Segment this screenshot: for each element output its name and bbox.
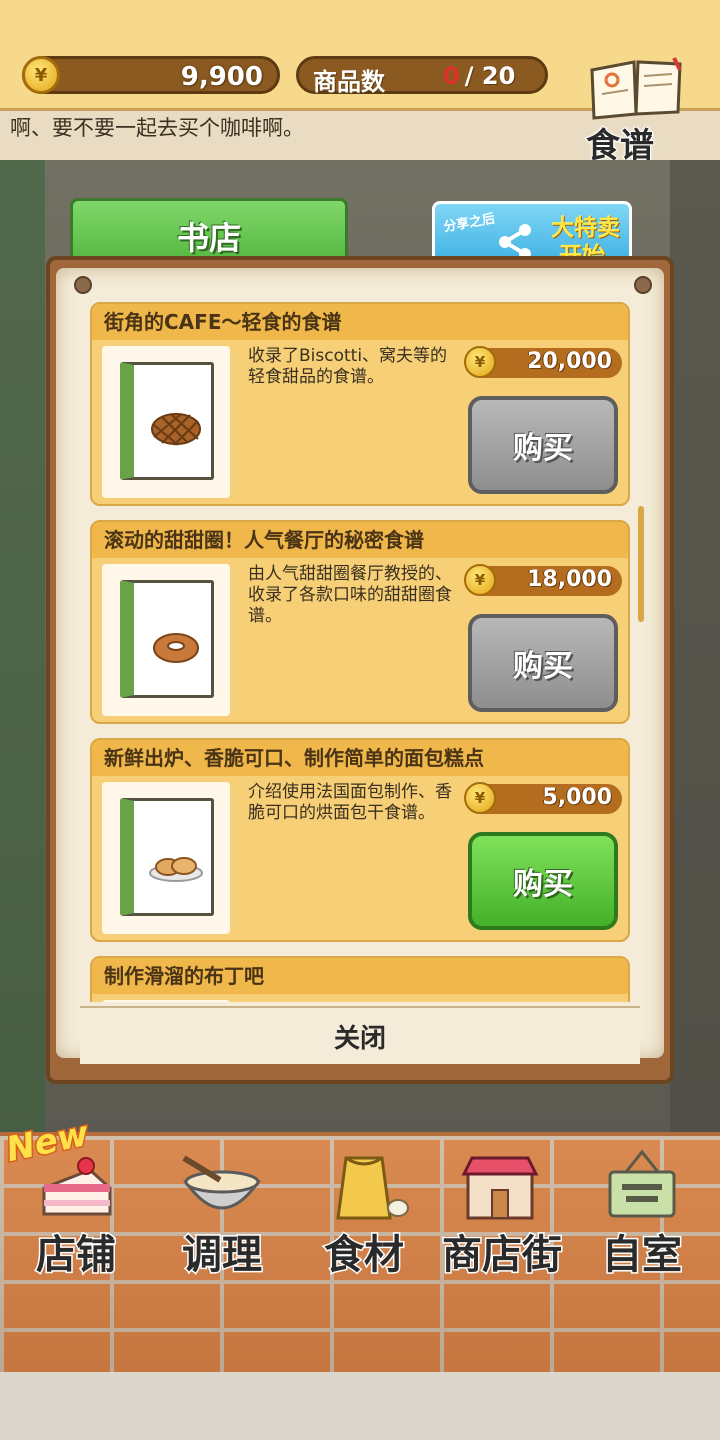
open-book-icon	[590, 57, 682, 120]
list-scrollbar[interactable]	[638, 506, 644, 622]
list-item: 街角的CAFE～轻食的食谱 收录了Biscotti、窝夫等的轻食甜品的食谱。 ¥…	[90, 302, 630, 506]
buy-button[interactable]: 购买	[468, 614, 618, 712]
bread-icon	[149, 857, 203, 882]
recipe-book-icon	[120, 362, 214, 480]
buy-button-label: 购买	[513, 867, 573, 902]
marquee-text: 啊、要不要一起去买个咖啡啊。	[10, 116, 304, 140]
nav-item-ingredients[interactable]: 食材	[298, 1140, 430, 1280]
nav-label: 调理	[181, 1231, 264, 1280]
item-title: 新鲜出炉、香脆可口、制作简单的面包糕点	[92, 740, 628, 776]
close-button-label: 关闭	[333, 1023, 386, 1054]
staff-door-icon	[608, 1149, 676, 1218]
nav-label: 自室	[601, 1231, 684, 1280]
item-price: ¥ 18,000	[464, 564, 622, 596]
buy-button[interactable]: 购买	[468, 396, 618, 494]
flour-sack-icon	[336, 1156, 409, 1220]
nav-item-cooking[interactable]: 调理	[156, 1140, 288, 1280]
item-price-value: 18,000	[527, 567, 612, 592]
waffle-icon	[151, 413, 201, 446]
close-button[interactable]: 关闭	[80, 1006, 640, 1064]
footer-bar	[0, 1372, 720, 1440]
coin-icon: ¥	[464, 782, 496, 814]
list-item: 滚动的甜甜圈！人气餐厅的秘密食谱 由人气甜甜圈餐厅教授的、收录了各款口味的甜甜圈…	[90, 520, 630, 724]
item-title: 滚动的甜甜圈！人气餐厅的秘密食谱	[92, 522, 628, 558]
money-value: 9,900	[180, 62, 263, 92]
buy-button-label: 购买	[513, 431, 573, 466]
item-title: 街角的CAFE～轻食的食谱	[92, 304, 628, 340]
product-count-total: / 20	[464, 62, 516, 90]
list-item: 新鲜出炉、香脆可口、制作简单的面包糕点 介绍使用法国面包制作、香脆可口的烘面包干…	[90, 738, 630, 942]
coin-icon: ¥	[22, 56, 60, 94]
coin-icon: ¥	[464, 564, 496, 596]
buy-button-label: 购买	[513, 649, 573, 684]
buy-button[interactable]: 购买	[468, 832, 618, 930]
product-count-label: 商品数	[313, 68, 385, 96]
item-price: ¥ 5,000	[464, 782, 622, 814]
nav-label: 店铺	[35, 1231, 118, 1280]
pin-icon	[634, 276, 652, 294]
product-count-display: 商品数 0 / 20	[296, 56, 548, 96]
coin-icon: ¥	[464, 346, 496, 378]
nav-item-shopping-street[interactable]: 商店街	[432, 1140, 572, 1280]
item-price-value: 5,000	[542, 785, 612, 810]
money-display: 9,900	[22, 56, 280, 94]
donut-icon	[153, 633, 199, 663]
product-count-current: 0	[443, 62, 460, 90]
item-description: 收录了Biscotti、窝夫等的轻食甜品的食谱。	[248, 346, 448, 387]
recipe-book-icon	[120, 580, 214, 698]
pin-icon	[74, 276, 92, 294]
item-price: ¥ 20,000	[464, 346, 622, 378]
nav-item-my-room[interactable]: 自室	[576, 1140, 708, 1280]
mixing-bowl-icon	[182, 1155, 261, 1210]
item-price-value: 20,000	[527, 349, 612, 374]
shop-icon	[461, 1156, 539, 1220]
nav-label: 商店街	[441, 1231, 564, 1280]
nav-label: 食材	[323, 1231, 406, 1280]
tab-bookstore-label: 书店	[176, 219, 241, 257]
item-title: 制作滑溜的布丁吧	[92, 958, 628, 994]
item-description: 由人气甜甜圈餐厅教授的、收录了各款口味的甜甜圈食谱。	[248, 564, 452, 626]
share-banner-subtitle: 分享之后	[442, 211, 497, 236]
recipe-book-list[interactable]: 街角的CAFE～轻食的食谱 收录了Biscotti、窝夫等的轻食甜品的食谱。 ¥…	[88, 302, 636, 1002]
recipe-book-icon	[120, 798, 214, 916]
item-image-frame	[102, 1000, 230, 1002]
list-item: 制作滑溜的布丁吧	[90, 956, 630, 1002]
item-description: 介绍使用法国面包制作、香脆可口的烘面包干食谱。	[248, 782, 452, 823]
recipe-button[interactable]: 食谱	[580, 52, 692, 167]
